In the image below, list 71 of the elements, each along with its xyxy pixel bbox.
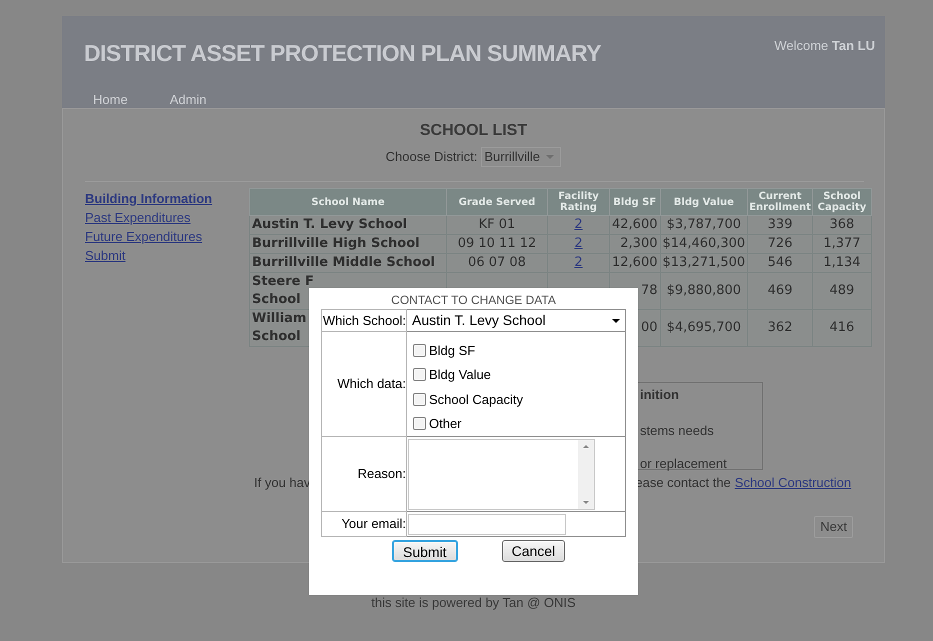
table-cell: 726 bbox=[768, 236, 792, 251]
email-input[interactable] bbox=[408, 514, 566, 534]
option-label: Bldg SF bbox=[429, 342, 476, 360]
table-cell: 00 bbox=[640, 320, 658, 335]
dialog-button[interactable]: Cancel bbox=[502, 540, 566, 562]
table-cell: Burrillville Middle School bbox=[252, 255, 435, 270]
rating-link[interactable]: 2 bbox=[574, 236, 583, 251]
district-label: Choose District: bbox=[386, 148, 478, 166]
table-cell: $14,460,300 bbox=[662, 236, 746, 251]
field-label: Which data: bbox=[322, 332, 406, 436]
table-cell: 09 10 11 12 bbox=[458, 236, 536, 251]
field-label: Your email: bbox=[322, 512, 406, 536]
scroll-down-icon bbox=[583, 500, 589, 504]
sidebar-link[interactable]: Submit bbox=[85, 248, 126, 263]
sidebar-link[interactable]: Future Expenditures bbox=[85, 229, 202, 244]
rating-link[interactable]: 2 bbox=[574, 217, 583, 232]
notice-text: If you hav bbox=[254, 474, 310, 492]
checkbox[interactable] bbox=[413, 368, 426, 382]
next-button[interactable]: Next bbox=[814, 516, 853, 538]
option-label: Other bbox=[429, 415, 462, 433]
field-label: Reason: bbox=[322, 436, 406, 512]
table-cell: KF 01 bbox=[478, 217, 516, 232]
table-cell: 42,600 bbox=[612, 217, 658, 232]
table-cell: 06 07 08 bbox=[468, 255, 526, 270]
table-cell: Austin T. Levy School bbox=[252, 217, 408, 232]
school-select[interactable]: Austin T. Levy School bbox=[407, 310, 625, 331]
table-cell: 368 bbox=[830, 217, 854, 232]
nav-link[interactable]: Admin bbox=[170, 90, 207, 109]
district-select[interactable]: Burrillville bbox=[481, 147, 562, 167]
table-cell: 78 bbox=[640, 283, 658, 298]
table-cell: 12,600 bbox=[612, 255, 658, 270]
table-cell: 1,377 bbox=[823, 236, 861, 251]
checkbox[interactable] bbox=[413, 417, 426, 430]
definition-text: or replacement bbox=[640, 455, 728, 473]
table-cell-text: William School bbox=[252, 310, 308, 346]
definition-title: inition bbox=[640, 386, 680, 404]
table-cell: 416 bbox=[830, 320, 854, 335]
scroll-up-icon bbox=[583, 444, 589, 448]
table-cell: 546 bbox=[768, 255, 792, 270]
definition-text: stems needs bbox=[640, 422, 715, 440]
option-label: School Capacity bbox=[429, 390, 523, 409]
table-cell: 489 bbox=[830, 283, 854, 298]
page-title: SCHOOL LIST bbox=[420, 121, 528, 141]
dialog-title: CONTACT TO CHANGE DATA bbox=[390, 292, 557, 309]
table-cell: $4,695,700 bbox=[666, 320, 742, 335]
sidebar-link[interactable]: Past Expenditures bbox=[85, 210, 191, 225]
sidebar-link[interactable]: Building Information bbox=[85, 191, 212, 206]
checkbox[interactable] bbox=[413, 344, 426, 357]
nav-link[interactable]: Home bbox=[93, 90, 128, 109]
option-label: Bldg Value bbox=[429, 366, 491, 384]
table-cell: $9,880,800 bbox=[666, 283, 742, 298]
field-label: Which School: bbox=[322, 310, 406, 332]
rating-link[interactable]: 2 bbox=[574, 255, 583, 270]
welcome-text: Welcome Tan LU bbox=[774, 37, 875, 55]
site-title: DISTRICT ASSET PROTECTION PLAN SUMMARY bbox=[84, 39, 601, 68]
table-cell: $13,271,500 bbox=[662, 255, 746, 270]
school-construction-link[interactable]: School Construction bbox=[734, 473, 852, 492]
table-cell: 1,134 bbox=[823, 255, 861, 270]
table-cell: 362 bbox=[768, 320, 792, 335]
table-cell: 469 bbox=[768, 283, 792, 298]
table-cell: $3,787,700 bbox=[666, 217, 742, 232]
column-header: School Name bbox=[250, 188, 446, 216]
table-cell: 2,300 bbox=[620, 236, 658, 251]
table-cell-text: Steere F School bbox=[252, 273, 315, 309]
caret-icon bbox=[612, 318, 620, 322]
checkbox[interactable] bbox=[413, 392, 426, 406]
scrollbar[interactable] bbox=[578, 440, 594, 508]
table-cell: Burrillville High School bbox=[252, 236, 420, 251]
table-cell: 339 bbox=[768, 217, 792, 232]
footer-text: this site is powered by Tan @ ONIS bbox=[370, 594, 577, 612]
dialog-button[interactable]: Submit bbox=[392, 540, 458, 562]
